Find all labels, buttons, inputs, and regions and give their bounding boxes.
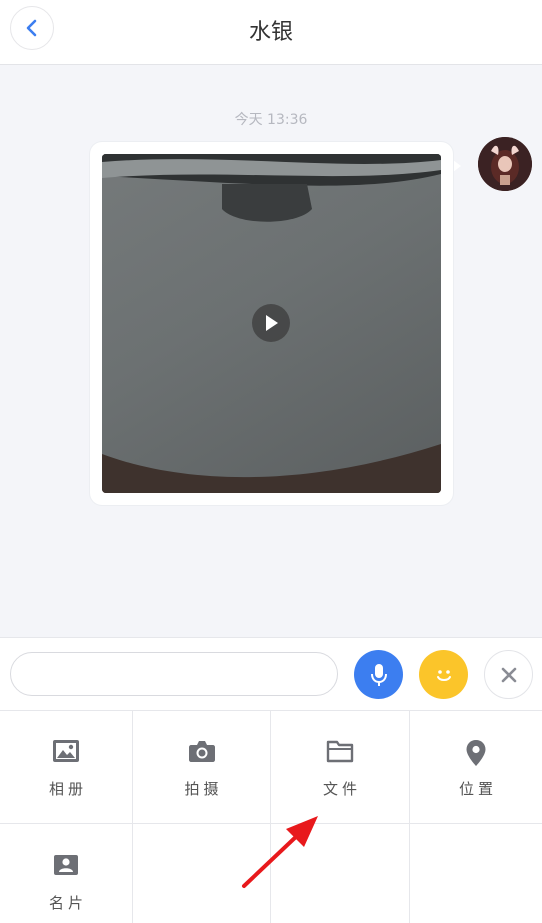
voice-button[interactable] [354,650,403,699]
header: 水银 [0,0,542,65]
panel-empty-cell [133,824,271,923]
play-icon [266,315,278,331]
panel-item-file[interactable]: 文件 [271,711,410,824]
avatar[interactable] [478,137,532,191]
microphone-icon [370,663,387,686]
message-input[interactable] [10,652,338,696]
folder-icon [326,740,354,763]
message-timestamp: 今天 13:36 [234,112,308,128]
page-title: 水银 [248,20,293,45]
play-button[interactable] [252,304,290,342]
panel-item-label: 名片 [48,894,87,912]
location-pin-icon [466,740,486,766]
input-bar [0,637,542,711]
contact-card-icon [54,855,78,875]
panel-item-camera[interactable]: 拍摄 [133,711,271,824]
camera-icon [188,741,215,762]
video-message-bubble[interactable] [90,142,453,505]
panel-item-location[interactable]: 位置 [410,711,542,824]
close-icon [501,667,516,682]
avatar-image [478,137,532,191]
close-panel-button[interactable] [484,650,533,699]
chat-area: 今天 13:36 [0,65,542,637]
attachment-panel: 相册 拍摄 文件 位置 名片 [0,710,542,923]
panel-item-contact-card[interactable]: 名片 [0,824,133,923]
panel-item-label: 位置 [458,780,497,798]
image-icon [53,740,79,762]
panel-item-album[interactable]: 相册 [0,711,133,824]
emoji-button[interactable] [419,650,468,699]
panel-item-label: 文件 [322,780,361,798]
panel-item-label: 相册 [48,780,87,798]
video-thumbnail[interactable] [102,154,441,493]
panel-item-label: 拍摄 [184,780,223,798]
panel-empty-cell [410,824,542,923]
panel-empty-cell [271,824,410,923]
smiley-icon [436,669,451,681]
